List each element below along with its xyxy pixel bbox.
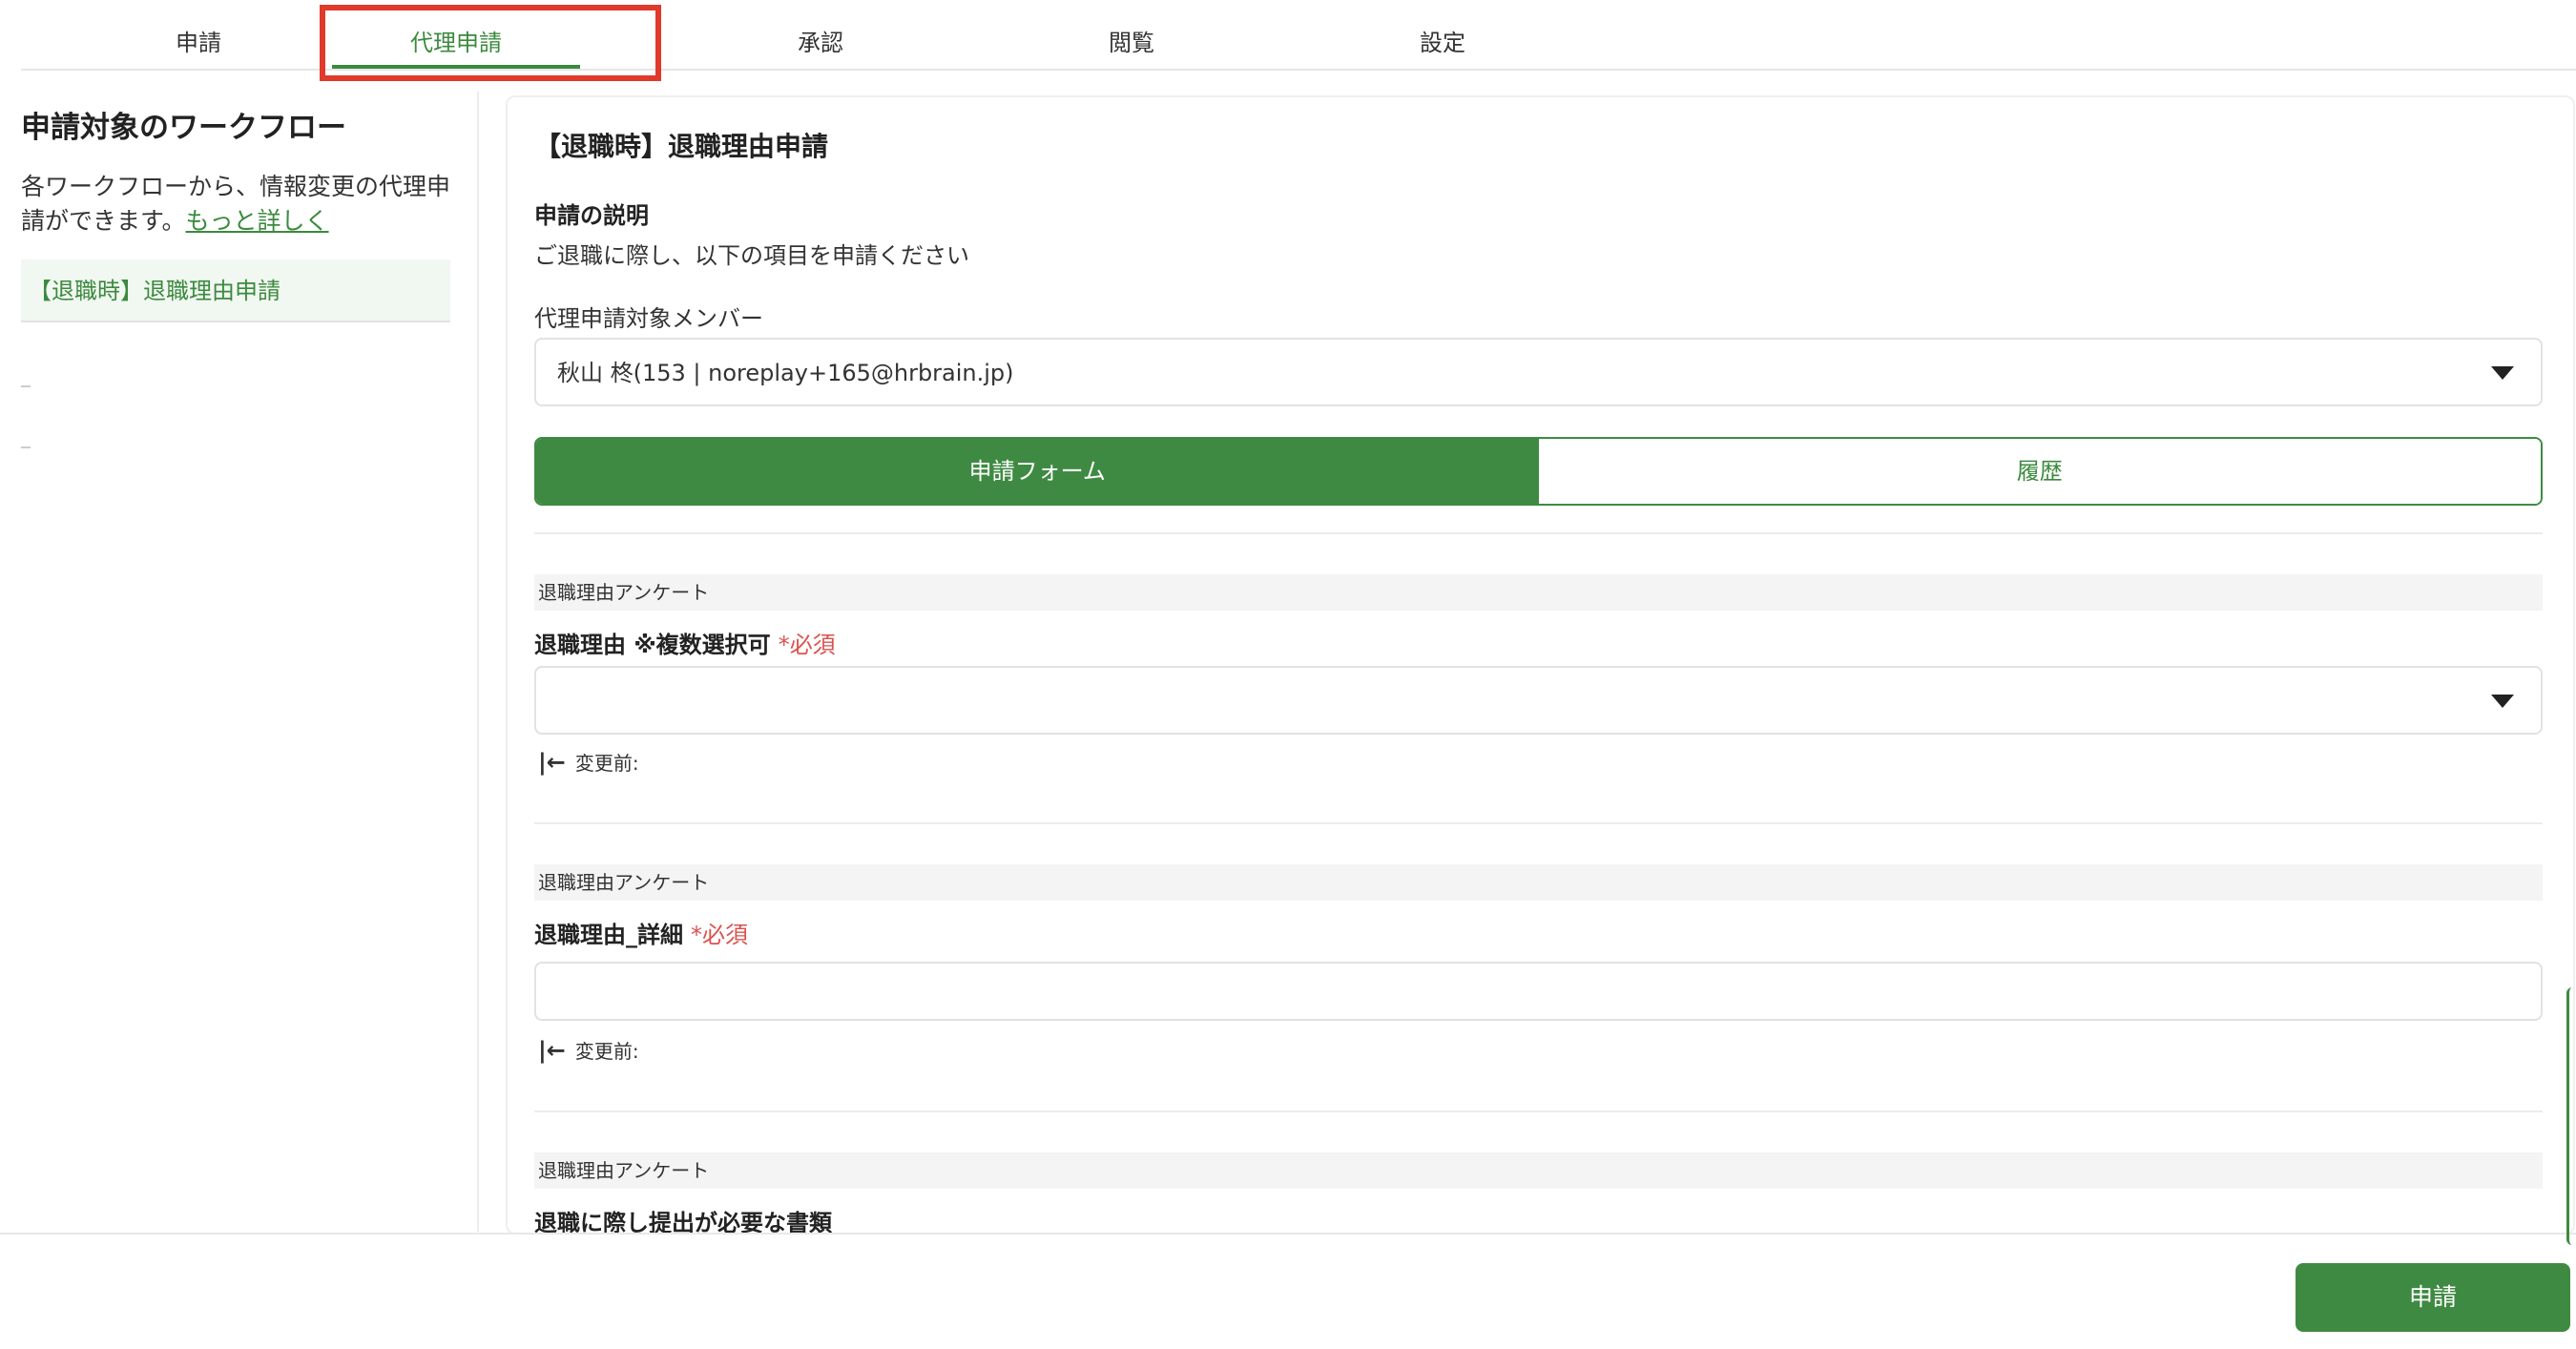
application-form-panel: 【退職時】退職理由申請 申請の説明 ご退職に際し、以下の項目を申請ください 代理… [506,95,2575,1235]
scrollbar-edge[interactable] [2566,987,2576,1245]
required-mark: *必須 [691,922,748,948]
section-category: 退職理由アンケート [534,574,2543,611]
caret-down-icon [2491,695,2514,708]
member-select[interactable]: 秋山 柊(153 | noreplay+165@hrbrain.jp) [534,338,2543,406]
arrow-left-bar-icon: |← [538,749,566,776]
tab-settings[interactable]: 設定 [1319,0,1567,69]
submit-button[interactable]: 申請 [2296,1263,2570,1332]
more-details-link[interactable]: もっと詳しく [186,207,329,235]
description-label: 申請の説明 [534,202,649,229]
sidebar-description: 各ワークフローから、情報変更の代理申請ができます。もっと詳しく [21,170,460,239]
field-label-reason-detail: 退職理由_詳細 *必須 [534,916,748,949]
highlight-annotation [320,5,661,81]
field-label-required-documents: 退職に際し提出が必要な書類 [534,1210,832,1235]
tab-history[interactable]: 履歴 [1538,439,2541,504]
form-history-switch: 申請フォーム 履歴 [534,437,2543,506]
before-label: 変更前: [574,1040,639,1063]
action-bar: 申請 [0,1233,2576,1349]
field-label-text: 退職理由_詳細 [534,922,683,948]
field-label-reason: 退職理由 ※複数選択可 *必須 [534,626,836,659]
workflow-sidebar: 申請対象のワークフロー 各ワークフローから、情報変更の代理申請ができます。もっと… [0,92,479,1232]
before-value: |← 変更前: [538,1036,639,1064]
arrow-left-bar-icon: |← [538,1037,566,1064]
sidebar-item-resignation-reason[interactable]: 【退職時】退職理由申請 [21,259,450,322]
section-category: 退職理由アンケート [534,864,2543,901]
tab-apply[interactable]: 申請 [74,0,322,69]
field-label-text: 退職理由 ※複数選択可 [534,632,771,658]
before-label: 変更前: [574,752,639,775]
member-label: 代理申請対象メンバー [534,305,763,332]
member-select-value: 秋山 柊(153 | noreplay+165@hrbrain.jp) [557,360,1014,386]
sidebar-title: 申請対象のワークフロー [21,111,346,145]
required-mark: *必須 [778,632,836,658]
workflow-title: 【退職時】退職理由申請 [534,131,829,162]
reason-detail-input[interactable] [534,962,2543,1021]
tab-approve[interactable]: 承認 [696,0,945,69]
caret-down-icon [2491,366,2514,380]
divider [534,822,2543,824]
sidebar-placeholder-dash [21,446,31,448]
tab-application-form[interactable]: 申請フォーム [536,439,1539,504]
section-category: 退職理由アンケート [534,1152,2543,1189]
before-value: |← 変更前: [538,748,639,776]
tab-view[interactable]: 閲覧 [1008,0,1256,69]
sidebar-placeholder-dash [21,385,31,387]
description-text: ご退職に際し、以下の項目を申請ください [534,242,969,269]
divider [534,532,2543,534]
divider [534,1110,2543,1112]
reason-select[interactable] [534,666,2543,735]
